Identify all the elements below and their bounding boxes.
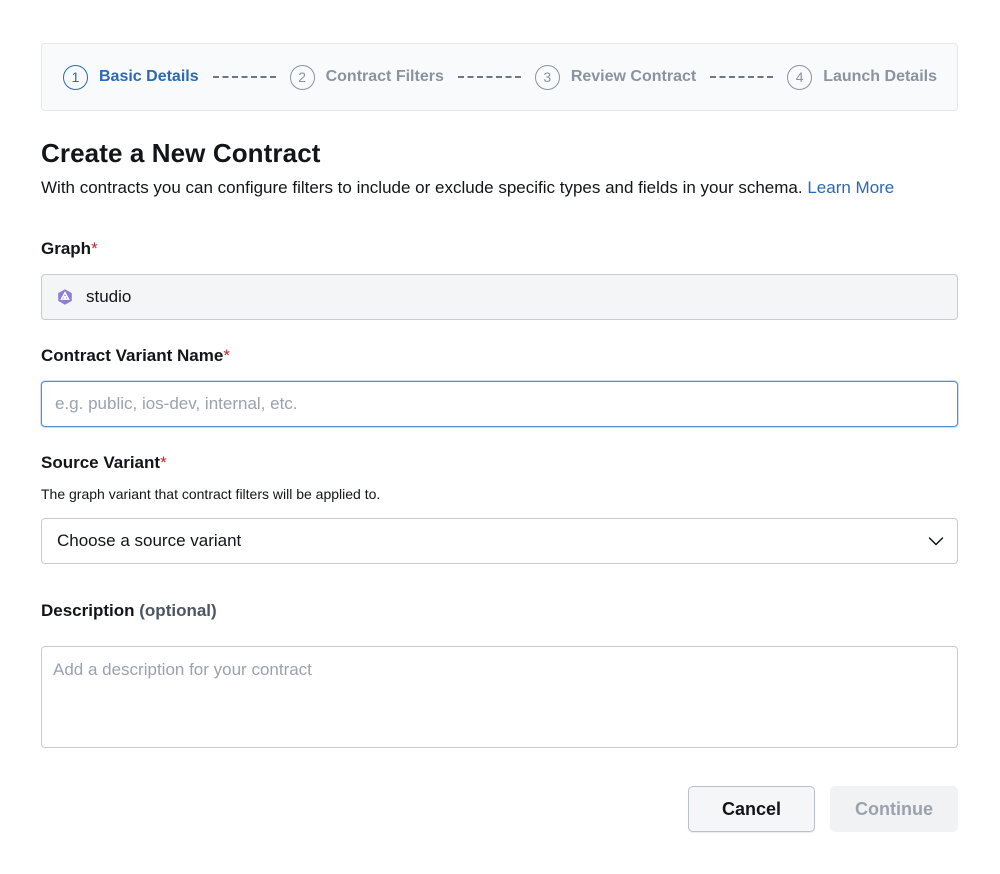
required-mark: * <box>91 239 98 258</box>
description-textarea[interactable] <box>41 646 958 748</box>
required-mark: * <box>160 453 167 472</box>
graph-field: studio <box>41 274 958 320</box>
contract-variant-name-label-text: Contract Variant Name <box>41 346 224 365</box>
learn-more-link[interactable]: Learn More <box>807 178 894 197</box>
create-contract-page: 1 Basic Details 2 Contract Filters 3 Rev… <box>0 0 1000 874</box>
step-label-contract-filters: Contract Filters <box>325 68 444 85</box>
step-number-1: 1 <box>63 64 88 90</box>
step-divider <box>212 76 276 78</box>
contract-variant-name-label: Contract Variant Name* <box>41 346 230 366</box>
step-number-3: 3 <box>534 64 560 90</box>
step-label-review-contract: Review Contract <box>570 68 697 85</box>
step-number-2: 2 <box>289 64 315 90</box>
contract-variant-name-input[interactable] <box>42 382 957 426</box>
step-contract-filters[interactable]: 2 Contract Filters <box>289 64 444 90</box>
step-launch-details[interactable]: 4 Launch Details <box>787 64 937 90</box>
optional-text: (optional) <box>139 601 217 620</box>
source-variant-selected: Choose a source variant <box>57 531 242 550</box>
step-divider <box>457 76 521 78</box>
step-label-basic-details: Basic Details <box>99 68 199 85</box>
step-number-4: 4 <box>787 64 813 90</box>
graph-label: Graph* <box>41 239 98 259</box>
step-label-launch-details: Launch Details <box>823 68 937 85</box>
contract-variant-name-field <box>41 381 958 427</box>
source-variant-help: The graph variant that contract filters … <box>41 486 381 502</box>
page-subtitle: With contracts you can configure filters… <box>41 178 894 198</box>
source-variant-label: Source Variant* <box>41 453 167 473</box>
page-title: Create a New Contract <box>41 138 321 168</box>
step-review-contract[interactable]: 3 Review Contract <box>534 64 697 90</box>
progress-stepper: 1 Basic Details 2 Contract Filters 3 Rev… <box>41 43 958 111</box>
step-divider <box>710 76 774 78</box>
graph-value: studio <box>86 287 132 306</box>
source-variant-label-text: Source Variant <box>41 453 161 472</box>
subtitle-text: With contracts you can configure filters… <box>41 178 803 197</box>
graph-label-text: Graph <box>41 239 92 258</box>
cancel-button[interactable]: Cancel <box>688 786 815 832</box>
chevron-down-icon <box>927 532 945 550</box>
graph-icon <box>56 288 74 306</box>
required-mark: * <box>223 346 230 365</box>
description-label: Description (optional) <box>41 601 217 621</box>
description-label-text: Description <box>41 601 135 620</box>
continue-button[interactable]: Continue <box>830 786 958 832</box>
step-basic-details[interactable]: 1 Basic Details <box>63 64 199 90</box>
source-variant-select[interactable]: Choose a source variant <box>41 518 958 564</box>
